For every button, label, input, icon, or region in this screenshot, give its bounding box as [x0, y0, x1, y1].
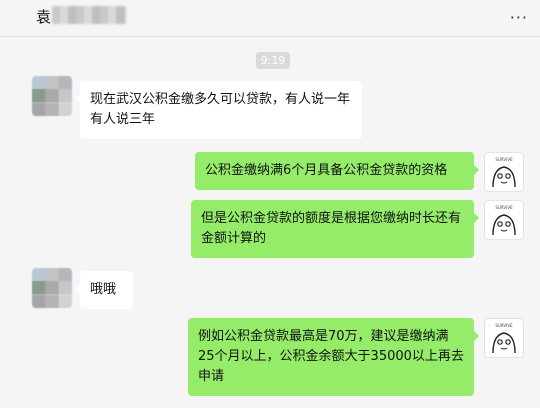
cartoon-avatar-icon: SURVIVE — [492, 323, 516, 354]
chat-header: 袁 ··· — [0, 0, 540, 37]
self-avatar[interactable]: SURVIVE — [484, 200, 524, 240]
self-avatar[interactable]: SURVIVE — [484, 318, 524, 358]
cartoon-avatar-icon: SURVIVE — [492, 157, 516, 188]
timestamp: 9:19 — [256, 52, 290, 69]
message-bubble-sent[interactable]: 例如公积金贷款最高是70万，建议是缴纳满25个月以上，公积金余额大于35000以… — [188, 318, 479, 396]
chat-title: 袁 — [36, 8, 52, 26]
svg-text:SURVIVE: SURVIVE — [495, 157, 513, 162]
cartoon-avatar-icon: SURVIVE — [492, 205, 516, 236]
svg-text:SURVIVE: SURVIVE — [495, 205, 513, 210]
message-bubble-sent[interactable]: 但是公积金贷款的额度是根据您缴纳时长还有金额计算的 — [191, 200, 479, 258]
contact-avatar[interactable] — [32, 76, 72, 116]
more-options-icon[interactable]: ··· — [510, 8, 528, 27]
contact-avatar[interactable] — [32, 268, 72, 308]
self-avatar[interactable]: SURVIVE — [484, 152, 524, 192]
chat-title-redacted — [52, 6, 126, 24]
message-bubble-received[interactable]: 现在武汉公积金缴多久可以贷款，有人说一年有人说三年 — [75, 81, 362, 139]
message-bubble-sent[interactable]: 公积金缴纳满6个月具备公积金贷款的资格 — [195, 152, 479, 190]
message-bubble-received[interactable]: 哦哦 — [75, 271, 133, 309]
svg-text:SURVIVE: SURVIVE — [495, 323, 513, 328]
